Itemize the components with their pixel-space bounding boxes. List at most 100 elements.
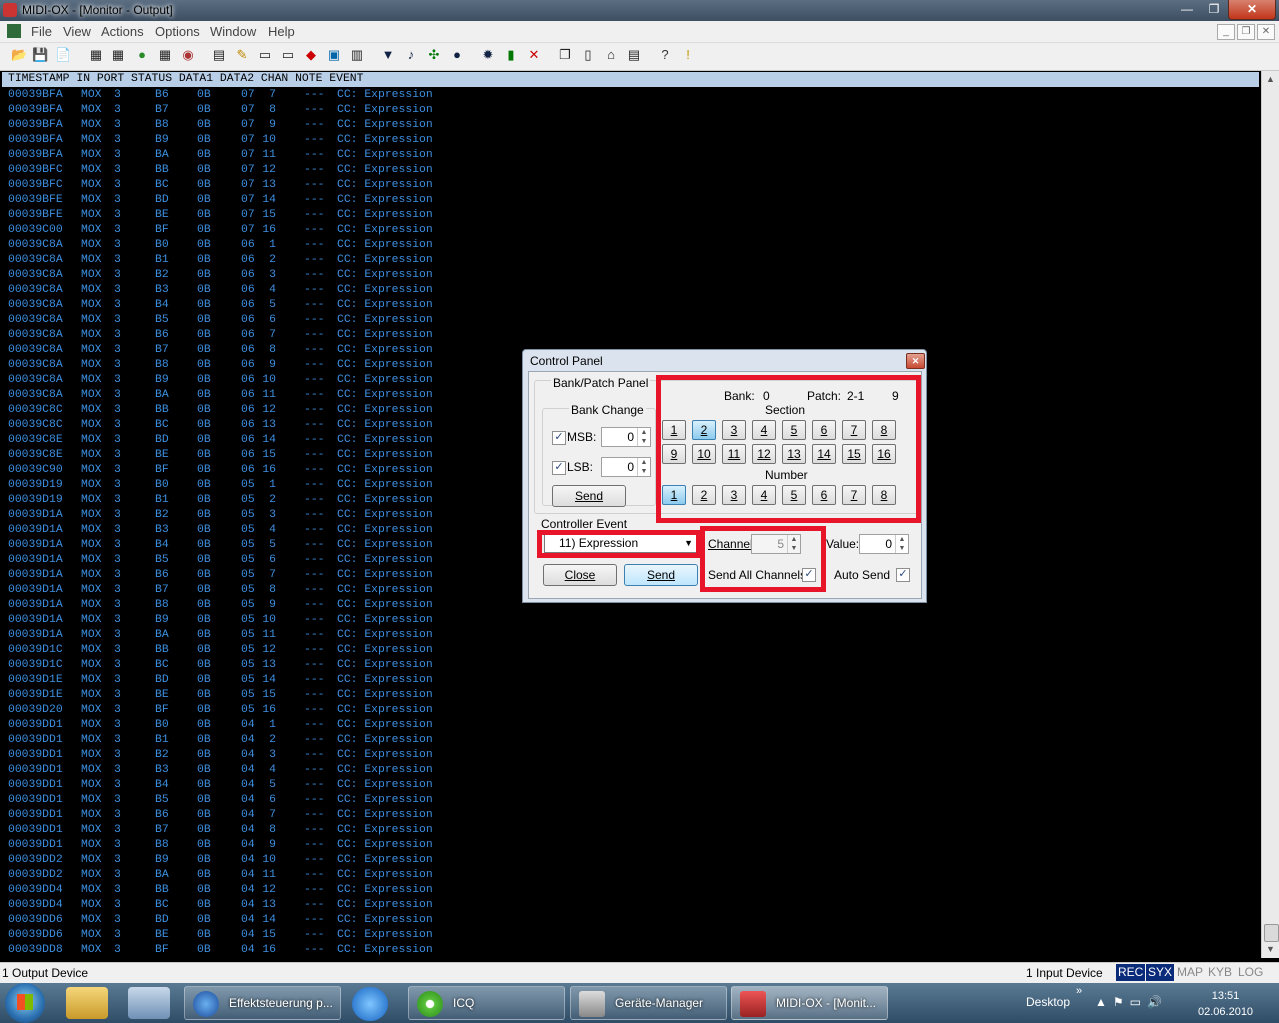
menu-file[interactable]: File — [31, 24, 52, 39]
control-panel-pinned-icon[interactable] — [128, 987, 170, 1019]
number-button-5[interactable]: 5 — [782, 485, 806, 505]
spinner-arrows-icon[interactable]: ▲ ▼ — [895, 535, 908, 553]
number-button-2[interactable]: 2 — [692, 485, 716, 505]
save-icon[interactable]: 💾 — [32, 47, 48, 63]
number-button-3[interactable]: 3 — [722, 485, 746, 505]
channel-spinner[interactable]: 5 ▲ ▼ — [751, 534, 801, 554]
close-dialog-button[interactable]: Close — [543, 564, 617, 586]
dialog-close-button[interactable]: ✕ — [906, 353, 925, 369]
section-button-6[interactable]: 6 — [812, 420, 836, 440]
minimize-button[interactable]: — — [1174, 0, 1200, 19]
port-icon[interactable]: ● — [134, 47, 150, 63]
spinner-arrows-icon[interactable]: ▲ ▼ — [637, 428, 650, 446]
section-button-10[interactable]: 10 — [692, 444, 716, 464]
notes-icon[interactable]: ♪ — [403, 47, 419, 63]
play-icon[interactable]: ● — [449, 47, 465, 63]
routing-icon[interactable]: ✣ — [426, 47, 442, 63]
msb-spinner[interactable]: 0 ▲ ▼ — [601, 427, 651, 447]
lsb-spinner[interactable]: 0 ▲ ▼ — [601, 457, 651, 477]
number-button-6[interactable]: 6 — [812, 485, 836, 505]
section-button-5[interactable]: 5 — [782, 420, 806, 440]
section-button-12[interactable]: 12 — [752, 444, 776, 464]
menu-options[interactable]: Options — [155, 24, 200, 39]
mdi-restore-button[interactable]: ❐ — [1237, 24, 1255, 40]
section-button-14[interactable]: 14 — [812, 444, 836, 464]
section-button-8[interactable]: 8 — [872, 420, 896, 440]
spinner-arrows-icon[interactable]: ▲ ▼ — [787, 535, 800, 553]
keyboard2-icon[interactable]: ▭ — [280, 47, 296, 63]
filter-icon[interactable]: ▼ — [380, 47, 396, 63]
panic-icon[interactable]: ⌂ — [603, 47, 619, 63]
volume-icon[interactable]: 🔊 — [1147, 995, 1168, 1009]
number-button-8[interactable]: 8 — [872, 485, 896, 505]
send-button[interactable]: Send — [624, 564, 698, 586]
connect-icon[interactable]: ◆ — [303, 47, 319, 63]
msb-checkbox[interactable]: ✓ — [552, 431, 566, 445]
send-all-channels-checkbox[interactable]: ✓ — [802, 568, 816, 582]
scroll-up-icon[interactable]: ▲ — [1266, 74, 1275, 84]
value-spinner[interactable]: 0 ▲ ▼ — [859, 534, 909, 554]
desktop-toolbar[interactable]: Desktop — [1026, 995, 1070, 1009]
section-button-11[interactable]: 11 — [722, 444, 746, 464]
toolbar-expand-icon[interactable]: » — [1076, 985, 1082, 997]
number-button-1[interactable]: 1 — [662, 485, 686, 505]
action-center-flag-icon[interactable]: ⚑ — [1113, 995, 1130, 1009]
controller-icon[interactable]: ▤ — [626, 47, 642, 63]
mdi-minimize-button[interactable]: _ — [1217, 24, 1235, 40]
bank-send-button[interactable]: Send — [552, 485, 626, 507]
number-button-4[interactable]: 4 — [752, 485, 776, 505]
help-icon[interactable]: ? — [657, 47, 673, 63]
section-button-7[interactable]: 7 — [842, 420, 866, 440]
section-button-3[interactable]: 3 — [722, 420, 746, 440]
task-effektsteuerung[interactable]: Effektsteuerung p... — [184, 986, 341, 1020]
info-icon[interactable]: ! — [680, 47, 696, 63]
menu-actions[interactable]: Actions — [101, 24, 144, 39]
internet-explorer-pinned-icon[interactable] — [352, 987, 388, 1021]
task-midi-ox[interactable]: MIDI-OX - [Monit... — [731, 986, 888, 1020]
stop-icon[interactable]: ✕ — [526, 47, 542, 63]
clock[interactable]: 13:51 02.06.2010 — [1198, 988, 1253, 1020]
spinner-arrows-icon[interactable]: ▲ ▼ — [637, 458, 650, 476]
task-geraete-manager[interactable]: Geräte-Manager — [570, 986, 727, 1020]
section-button-13[interactable]: 13 — [782, 444, 806, 464]
keyboard-icon[interactable]: ▭ — [257, 47, 273, 63]
options-icon[interactable]: ▤ — [211, 47, 227, 63]
scroll-down-icon[interactable]: ▼ — [1266, 944, 1275, 954]
slider-icon[interactable]: ▯ — [580, 47, 596, 63]
battery-icon[interactable]: ▮ — [503, 47, 519, 63]
lsb-checkbox[interactable]: ✓ — [552, 461, 566, 475]
section-button-9[interactable]: 9 — [662, 444, 686, 464]
mdi-window-icon[interactable] — [7, 24, 21, 38]
section-button-1[interactable]: 1 — [662, 420, 686, 440]
show-hidden-icons-icon[interactable]: ▲ — [1095, 995, 1113, 1009]
sysex-icon[interactable]: ▣ — [326, 47, 342, 63]
record-icon[interactable]: ✹ — [480, 47, 496, 63]
monitor-input-icon[interactable]: ▦ — [88, 47, 104, 63]
explorer-pinned-icon[interactable] — [66, 987, 108, 1019]
menu-view[interactable]: View — [63, 24, 91, 39]
section-button-15[interactable]: 15 — [842, 444, 866, 464]
counter-icon[interactable]: ◉ — [180, 47, 196, 63]
section-button-2[interactable]: 2 — [692, 420, 716, 440]
number-button-7[interactable]: 7 — [842, 485, 866, 505]
menu-window[interactable]: Window — [210, 24, 256, 39]
start-button[interactable] — [5, 983, 45, 1023]
scroll-thumb[interactable] — [1264, 924, 1279, 942]
vertical-scrollbar[interactable]: ▲ ▼ — [1261, 71, 1279, 958]
save-as-icon[interactable]: 📄 — [55, 47, 71, 63]
close-button[interactable]: ✕ — [1228, 0, 1276, 20]
window-icon[interactable]: ❐ — [557, 47, 573, 63]
section-button-4[interactable]: 4 — [752, 420, 776, 440]
open-icon[interactable]: 📂 — [11, 47, 27, 63]
controller-event-select[interactable]: 11) Expression ▼ — [544, 533, 697, 553]
mdi-close-button[interactable]: ✕ — [1257, 24, 1275, 40]
grid-icon[interactable]: ▦ — [157, 47, 173, 63]
edit-icon[interactable]: ✎ — [234, 47, 250, 63]
network-icon[interactable]: ▭ — [1130, 995, 1147, 1009]
title-bar[interactable]: MIDI-OX - [Monitor - Output] — ❐ ✕ — [0, 0, 1279, 21]
task-icq[interactable]: ICQ — [408, 986, 565, 1020]
maximize-button[interactable]: ❐ — [1201, 0, 1227, 19]
midi-ox-app-icon[interactable] — [3, 3, 17, 17]
device-icon[interactable]: ▥ — [349, 47, 365, 63]
monitor-output-icon[interactable]: ▦ — [110, 47, 126, 63]
